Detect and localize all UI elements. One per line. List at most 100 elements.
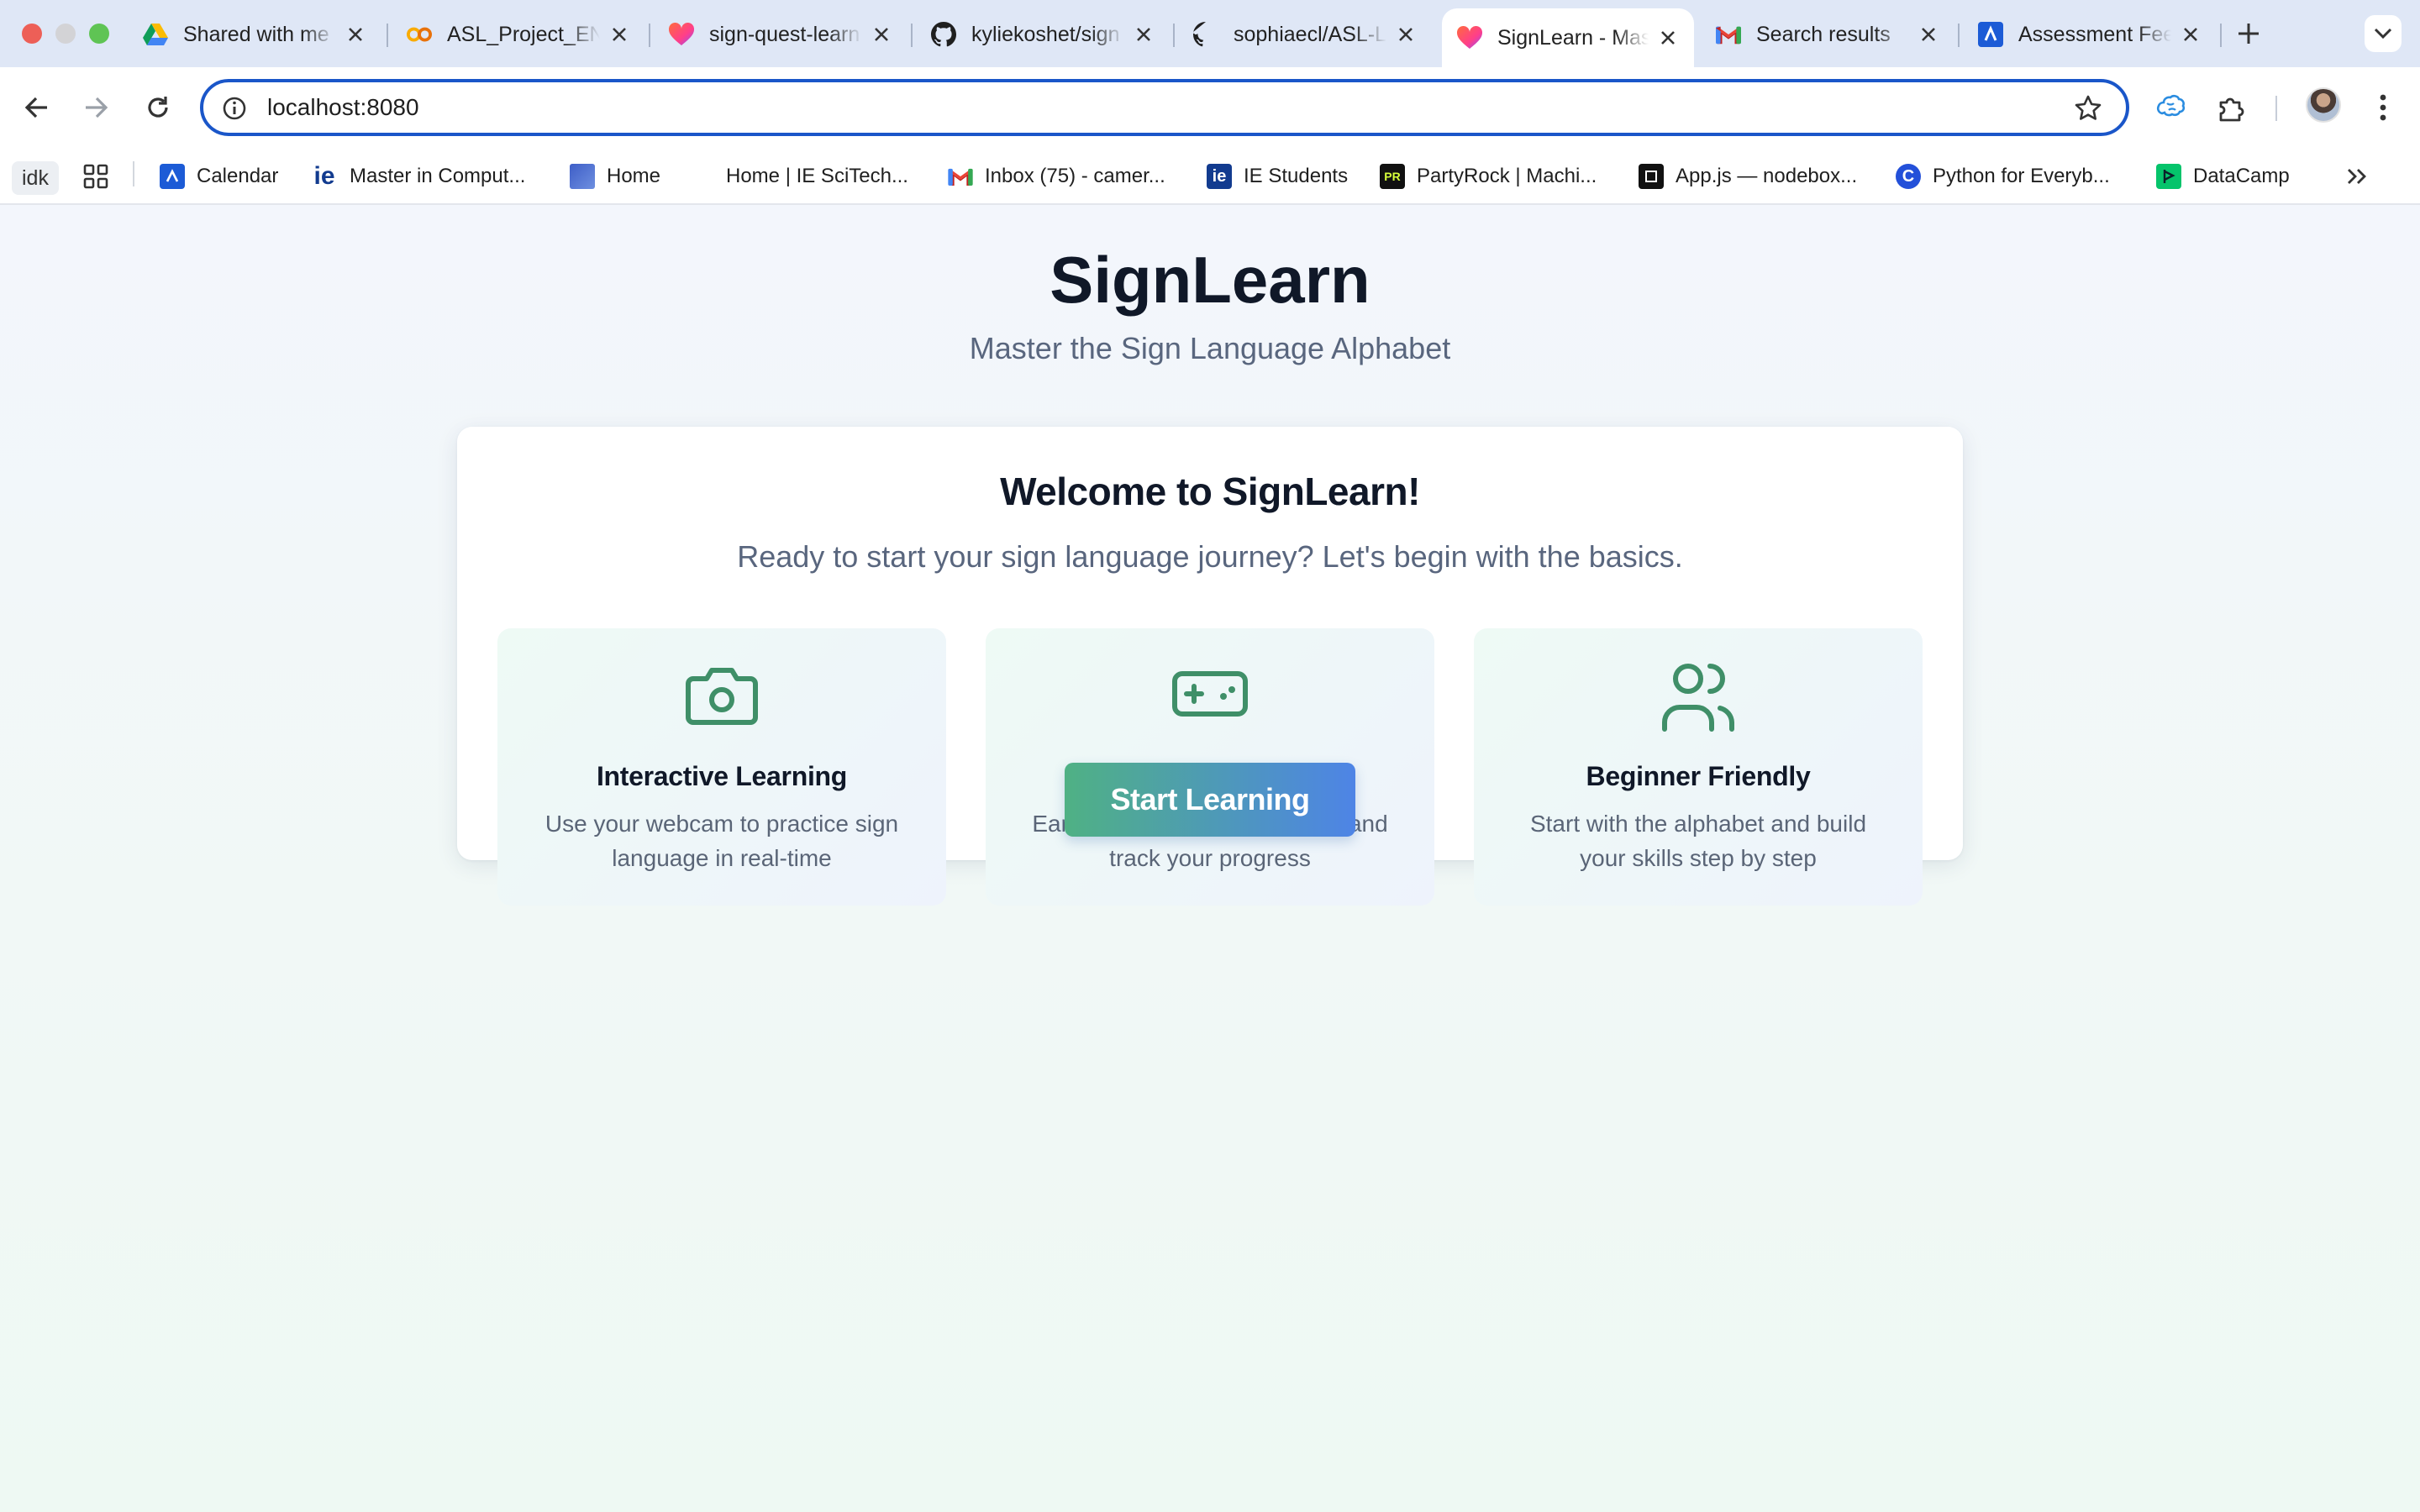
bookmark-datacamp[interactable]: DataCamp bbox=[2156, 160, 2290, 193]
extension-brain-icon[interactable] bbox=[2154, 91, 2188, 124]
chevron-double-right-icon bbox=[2348, 169, 2366, 184]
url-input[interactable] bbox=[267, 94, 1948, 121]
colab-icon bbox=[407, 22, 432, 47]
apps-grid-icon bbox=[83, 164, 108, 189]
arrow-right-icon bbox=[86, 97, 108, 118]
close-icon[interactable] bbox=[345, 24, 366, 45]
bookmark-label: Home | IE SciTech... bbox=[726, 165, 908, 187]
tab-asl-project[interactable]: ASL_Project_ENG bbox=[392, 8, 645, 60]
bookmarks-bar: idk Calendar ie Master in Comput... Home… bbox=[0, 148, 2420, 205]
tab-shared-with-me[interactable]: Shared with me bbox=[128, 8, 381, 60]
bookmark-ie-students[interactable]: ie IE Students bbox=[1207, 160, 1348, 193]
reload-button[interactable] bbox=[138, 87, 178, 128]
window-minimize-button[interactable] bbox=[55, 24, 76, 44]
window-close-button[interactable] bbox=[22, 24, 42, 44]
partyrock-icon: PR bbox=[1380, 164, 1405, 189]
app-title: SignLearn bbox=[1050, 243, 1370, 317]
bookmark-label: Calendar bbox=[197, 165, 279, 187]
site-info-icon[interactable] bbox=[222, 96, 247, 121]
bookmark-label: Home bbox=[607, 165, 661, 187]
bookmark-label: IE Students bbox=[1244, 165, 1349, 187]
close-icon[interactable] bbox=[1918, 24, 1939, 45]
tab-assessment-feed[interactable]: Assessment Feed bbox=[1963, 8, 2217, 60]
close-icon[interactable] bbox=[2180, 24, 2202, 45]
home-site-icon bbox=[570, 164, 595, 189]
more-bookmarks-button[interactable] bbox=[2346, 160, 2368, 193]
bookmark-ie-scitech[interactable]: Home | IE SciTech... bbox=[726, 160, 908, 193]
datacamp-icon bbox=[2156, 164, 2181, 189]
bookmark-label: App.js — nodebox... bbox=[1676, 165, 1858, 187]
bookmark-label: Python for Everyb... bbox=[1933, 165, 2110, 187]
address-bar[interactable] bbox=[200, 79, 2129, 136]
tab-strip: Shared with me ASL_Project_ENG sign-ques… bbox=[0, 0, 2420, 67]
tab-title: kyliekoshet/sign bbox=[971, 22, 1120, 46]
more-vertical-icon bbox=[2380, 94, 2386, 121]
tab-sign-quest-learn[interactable]: sign-quest-learn bbox=[654, 8, 908, 60]
tab-title: sign-quest-learn bbox=[709, 22, 860, 46]
gamepad-icon bbox=[1172, 671, 1248, 717]
blackboard-icon bbox=[1978, 22, 2003, 47]
apps-button[interactable] bbox=[82, 160, 109, 193]
tab-signlearn-active[interactable]: SignLearn - Master bbox=[1442, 8, 1694, 67]
bookmark-partyrock[interactable]: PR PartyRock | Machi... bbox=[1380, 160, 1597, 193]
close-icon[interactable] bbox=[1133, 24, 1155, 45]
start-learning-button[interactable]: Start Learning bbox=[1065, 763, 1355, 837]
plus-icon bbox=[2238, 24, 2259, 44]
feature-card-beginner-friendly: Beginner Friendly Start with the alphabe… bbox=[1474, 628, 1923, 906]
ie-logo-icon: ie bbox=[1207, 164, 1232, 189]
new-tab-button[interactable] bbox=[2232, 17, 2265, 50]
lovable-heart-icon bbox=[669, 22, 694, 47]
welcome-text: Ready to start your sign language journe… bbox=[737, 539, 1683, 574]
tab-kyliekoshet-github[interactable]: kyliekoshet/sign bbox=[916, 8, 1170, 60]
bookmark-python-for-everybody[interactable]: C Python for Everyb... bbox=[1896, 160, 2110, 193]
close-icon[interactable] bbox=[608, 24, 630, 45]
welcome-card: Welcome to SignLearn! Ready to start you… bbox=[457, 427, 1963, 906]
welcome-title: Welcome to SignLearn! bbox=[1000, 470, 1420, 513]
nodebox-icon bbox=[1639, 164, 1664, 189]
bookmark-label: PartyRock | Machi... bbox=[1417, 165, 1597, 187]
tab-title: Search results bbox=[1756, 22, 1891, 46]
chevron-down-icon bbox=[2374, 28, 2392, 39]
bookmark-idk[interactable]: idk bbox=[12, 161, 59, 195]
feature-description: Use your webcam to practice sign languag… bbox=[544, 811, 899, 871]
tab-title: sophiaecl/ASL-Lea bbox=[1234, 22, 1386, 46]
feature-title: Beginner Friendly bbox=[1586, 761, 1811, 791]
bookmark-home[interactable]: Home bbox=[570, 160, 660, 193]
tab-sophiaecl-github[interactable]: sophiaecl/ASL-Lea bbox=[1178, 8, 1432, 60]
bookmark-star-icon[interactable] bbox=[2074, 94, 2102, 123]
app-subtitle: Master the Sign Language Alphabet bbox=[969, 331, 1451, 365]
tab-search-button[interactable] bbox=[2365, 15, 2402, 52]
google-drive-icon bbox=[143, 22, 168, 47]
feature-title: Interactive Learning bbox=[596, 761, 848, 791]
coursera-icon: C bbox=[1896, 164, 1921, 189]
feature-card-interactive-learning: Interactive Learning Use your webcam to … bbox=[497, 628, 946, 906]
back-button[interactable] bbox=[17, 87, 57, 128]
bookmark-calendar[interactable]: Calendar bbox=[160, 160, 278, 193]
tab-title: Assessment Feed bbox=[2018, 22, 2171, 46]
tab-search-results[interactable]: Search results bbox=[1701, 8, 1954, 60]
github-icon bbox=[1193, 22, 1218, 47]
browser-chrome: Shared with me ASL_Project_ENG sign-ques… bbox=[0, 0, 2420, 205]
bookmark-nodebox[interactable]: App.js — nodebox... bbox=[1639, 160, 1857, 193]
tab-title: Shared with me bbox=[183, 22, 329, 46]
blackboard-icon bbox=[160, 164, 185, 189]
bookmark-label: Inbox (75) - camer... bbox=[985, 165, 1165, 187]
bookmark-label: Master in Comput... bbox=[350, 165, 526, 187]
reload-icon bbox=[148, 97, 168, 118]
lovable-heart-icon bbox=[1457, 25, 1482, 50]
close-icon[interactable] bbox=[1657, 27, 1679, 49]
gmail-icon bbox=[1716, 22, 1741, 47]
camera-icon bbox=[686, 668, 758, 725]
bookmark-master-in-computer[interactable]: ie Master in Comput... bbox=[311, 160, 525, 193]
profile-avatar[interactable] bbox=[2306, 87, 2341, 123]
bookmark-inbox[interactable]: Inbox (75) - camer... bbox=[948, 160, 1165, 193]
page-viewport: SignLearn Master the Sign Language Alpha… bbox=[0, 205, 2420, 1512]
window-maximize-button[interactable] bbox=[89, 24, 109, 44]
close-icon[interactable] bbox=[1395, 24, 1417, 45]
forward-button[interactable] bbox=[76, 87, 116, 128]
extensions-puzzle-icon[interactable] bbox=[2215, 91, 2249, 124]
bookmark-label: idk bbox=[22, 165, 49, 190]
browser-menu-button[interactable] bbox=[2366, 91, 2400, 124]
close-icon[interactable] bbox=[871, 24, 892, 45]
gmail-icon bbox=[948, 164, 973, 189]
